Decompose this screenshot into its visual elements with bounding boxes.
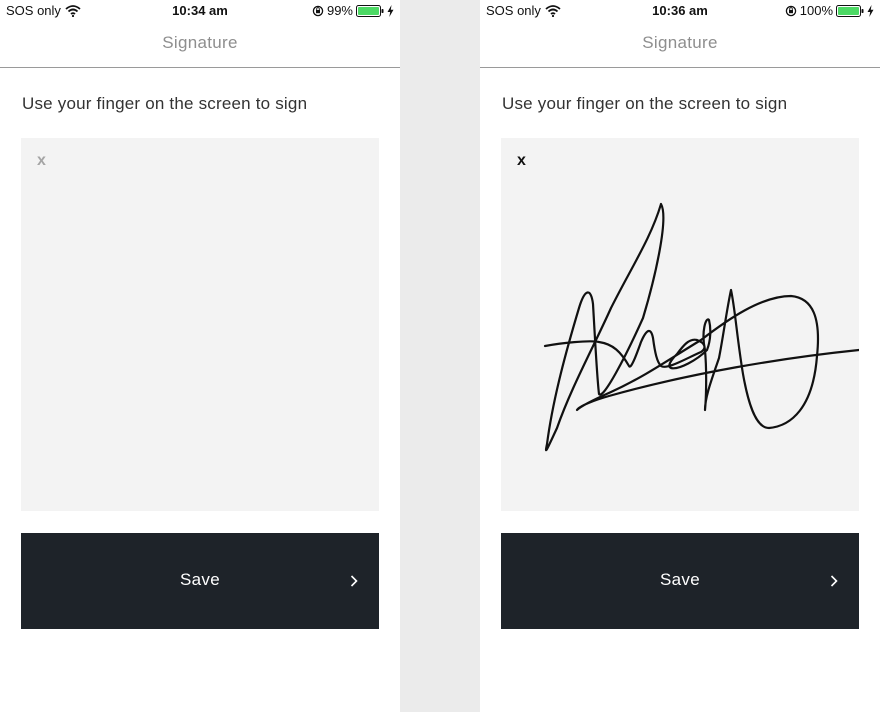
orientation-lock-icon	[312, 5, 324, 16]
signature-line-marker: x	[37, 152, 46, 169]
chevron-right-icon	[350, 575, 358, 587]
save-button-label: Save	[660, 570, 700, 589]
sign-instruction: Use your finger on the screen to sign	[22, 94, 308, 113]
battery-icon	[836, 4, 864, 17]
signature-pad[interactable]: x	[21, 138, 379, 511]
chevron-right-icon	[830, 575, 838, 587]
sign-instruction: Use your finger on the screen to sign	[502, 94, 788, 113]
orientation-lock-icon	[785, 5, 796, 16]
page-title: Signature	[642, 33, 718, 52]
signature-pad[interactable]: x	[501, 138, 859, 511]
screen-signed: SOS only 10:36 am 100% Signature Use you…	[480, 0, 880, 712]
battery-icon	[356, 4, 384, 17]
charging-bolt-icon	[867, 4, 874, 17]
status-right-group: 99%	[312, 3, 394, 18]
navigation-bar: Signature	[0, 22, 400, 68]
status-bar: SOS only 10:36 am 100%	[480, 0, 880, 22]
charging-bolt-icon	[387, 4, 394, 17]
signature-drawing	[543, 202, 859, 452]
status-bar: SOS only 10:34 am 99%	[0, 0, 400, 22]
save-button-label: Save	[180, 570, 220, 589]
save-button[interactable]: Save	[501, 533, 859, 629]
navigation-bar: Signature	[480, 22, 880, 68]
status-right-group: 100%	[785, 3, 874, 18]
battery-percent: 100%	[799, 3, 833, 18]
battery-percent: 99%	[326, 3, 353, 18]
save-button[interactable]: Save	[21, 533, 379, 629]
screen-empty-signature: SOS only 10:34 am 99% Signature Use your…	[0, 0, 400, 712]
page-title: Signature	[162, 33, 238, 52]
